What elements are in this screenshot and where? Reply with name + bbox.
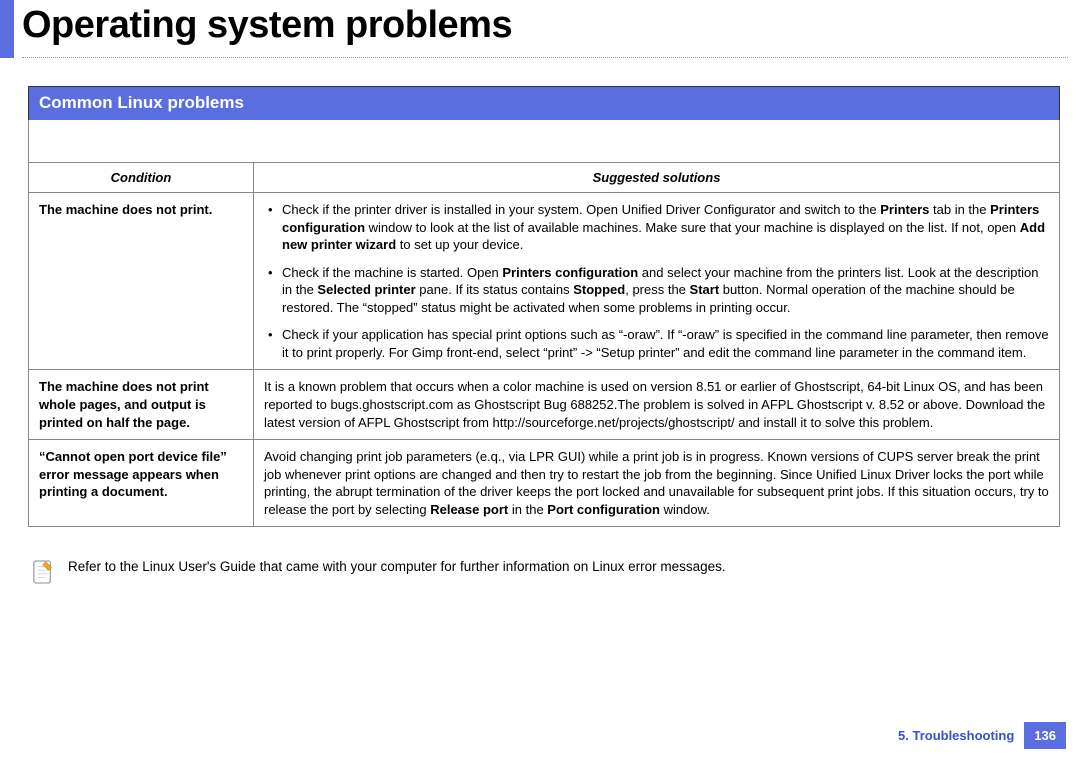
note-icon — [32, 559, 54, 585]
list-item: Check if your application has special pr… — [264, 326, 1049, 361]
list-item: Check if the printer driver is installed… — [264, 201, 1049, 254]
condition-cell: “Cannot open port device file” error mes… — [29, 440, 254, 527]
table-row: The machine does not print whole pages, … — [29, 370, 1060, 440]
solution-cell: Avoid changing print job parameters (e.q… — [254, 440, 1060, 527]
col-header-solutions: Suggested solutions — [254, 162, 1060, 193]
table-row: The machine does not print. Check if the… — [29, 193, 1060, 370]
page-footer: 5. Troubleshooting 136 — [888, 722, 1066, 749]
solution-cell: It is a known problem that occurs when a… — [254, 370, 1060, 440]
list-item: Check if the machine is started. Open Pr… — [264, 264, 1049, 317]
note-text: Refer to the Linux User's Guide that cam… — [68, 559, 726, 574]
solution-cell: Check if the printer driver is installed… — [254, 193, 1060, 370]
problems-table: Condition Suggested solutions The machin… — [28, 120, 1060, 527]
footer-chapter: 5. Troubleshooting — [888, 722, 1024, 749]
condition-cell: The machine does not print. — [29, 193, 254, 370]
table-row: “Cannot open port device file” error mes… — [29, 440, 1060, 527]
content-area: Common Linux problems Condition Suggeste… — [0, 58, 1080, 585]
section-header: Common Linux problems — [28, 86, 1060, 120]
page-title: Operating system problems — [0, 0, 1080, 57]
note-row: Refer to the Linux User's Guide that cam… — [28, 559, 1060, 585]
footer-page-number: 136 — [1024, 722, 1066, 749]
top-accent-bar — [0, 0, 14, 58]
col-header-condition: Condition — [29, 162, 254, 193]
table-header-row: Condition Suggested solutions — [29, 162, 1060, 193]
condition-cell: The machine does not print whole pages, … — [29, 370, 254, 440]
